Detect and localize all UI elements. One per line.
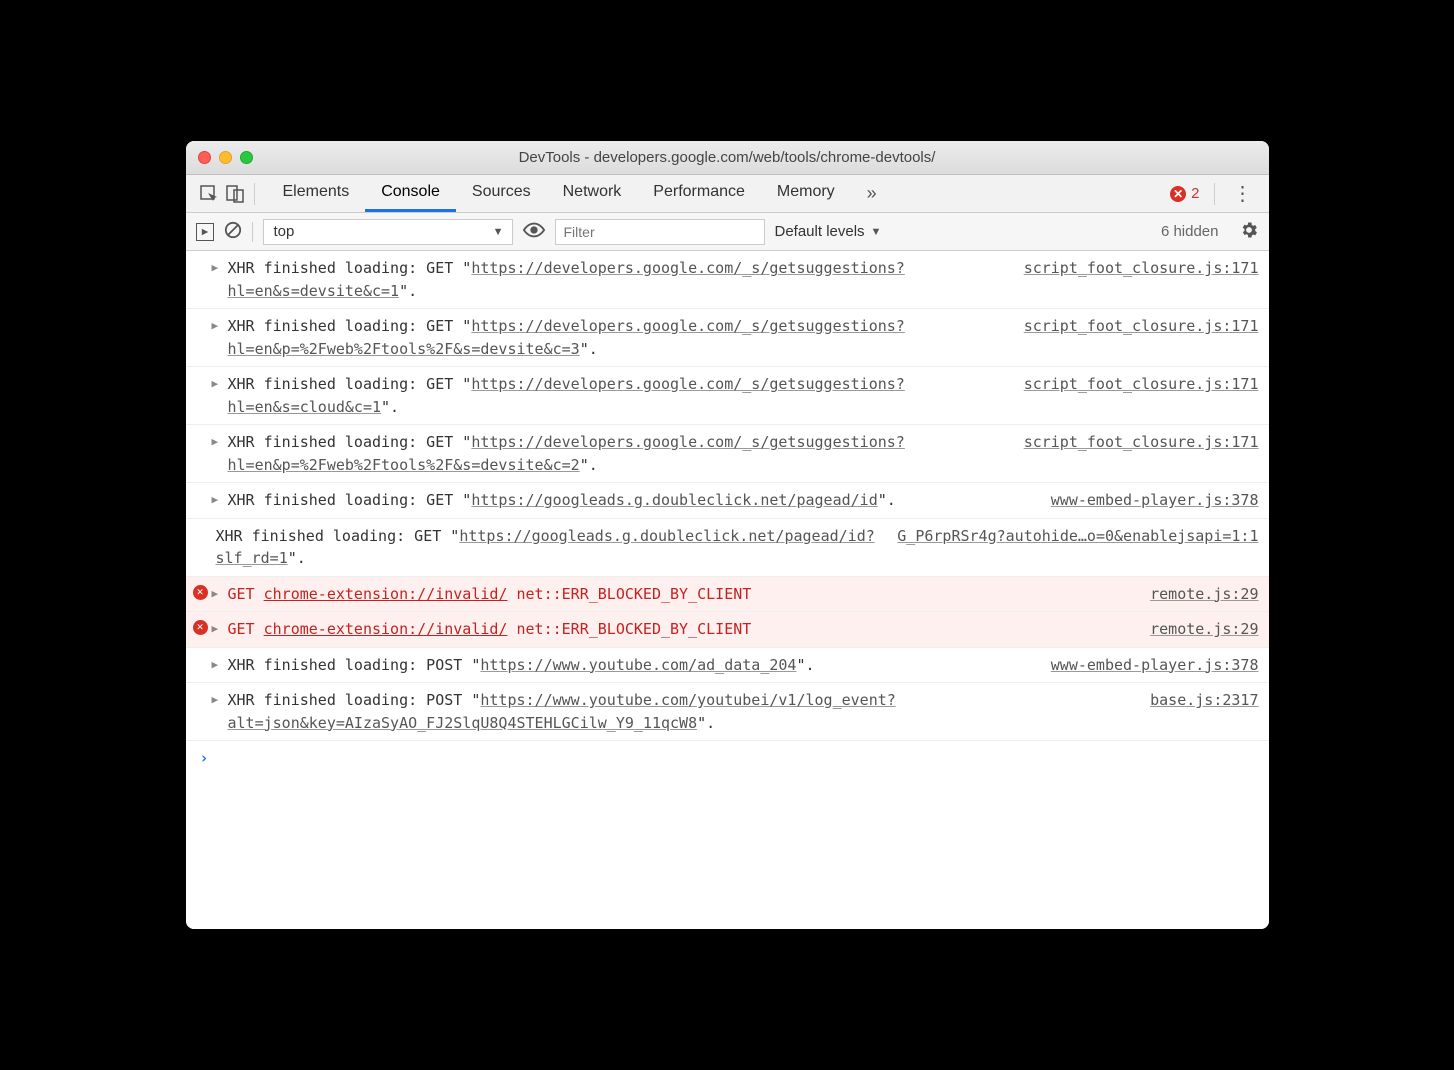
log-message: XHR finished loading: POST "https://www.… bbox=[228, 656, 815, 674]
tab-console[interactable]: Console bbox=[365, 175, 456, 212]
error-count-badge[interactable]: ✕ 2 bbox=[1170, 185, 1199, 202]
disclosure-triangle-icon[interactable]: ▶ bbox=[212, 260, 219, 277]
request-url-link[interactable]: chrome-extension://invalid/ bbox=[264, 620, 508, 638]
console-log-row[interactable]: ▶ www-embed-player.js:378 XHR finished loa… bbox=[186, 648, 1269, 684]
error-icon: ✕ bbox=[193, 585, 208, 600]
error-count: 2 bbox=[1191, 185, 1199, 202]
request-url-link[interactable]: https://googleads.g.doubleclick.net/page… bbox=[216, 527, 875, 568]
source-link[interactable]: script_foot_closure.js:171 bbox=[1024, 373, 1259, 396]
disclosure-triangle-icon[interactable]: ▶ bbox=[212, 621, 219, 638]
traffic-lights bbox=[198, 151, 253, 164]
tab-memory[interactable]: Memory bbox=[761, 175, 851, 212]
console-log-row[interactable]: G_P6rpRSr4g?autohide…o=0&enablejsapi=1:1… bbox=[186, 519, 1269, 577]
disclosure-triangle-icon[interactable]: ▶ bbox=[212, 434, 219, 451]
inspect-element-icon[interactable] bbox=[196, 182, 222, 206]
console-log-row[interactable]: ▶ script_foot_closure.js:171 XHR finished … bbox=[186, 251, 1269, 309]
prompt-chevron-icon: › bbox=[200, 749, 209, 767]
log-message: XHR finished loading: GET "https://devel… bbox=[228, 433, 905, 474]
log-message: XHR finished loading: GET "https://googl… bbox=[216, 527, 875, 568]
tab-network[interactable]: Network bbox=[547, 175, 638, 212]
source-link[interactable]: base.js:2317 bbox=[1150, 689, 1258, 712]
filter-input[interactable] bbox=[555, 219, 765, 245]
request-url-link[interactable]: https://developers.google.com/_s/getsugg… bbox=[228, 317, 905, 358]
console-log-row[interactable]: ▶ script_foot_closure.js:171 XHR finished … bbox=[186, 367, 1269, 425]
source-link[interactable]: G_P6rpRSr4g?autohide…o=0&enablejsapi=1:1 bbox=[897, 525, 1258, 548]
log-message: XHR finished loading: POST "https://www.… bbox=[228, 691, 896, 732]
tab-row: Elements Console Sources Network Perform… bbox=[186, 175, 1269, 213]
panel-tabs: Elements Console Sources Network Perform… bbox=[267, 175, 851, 212]
close-window-button[interactable] bbox=[198, 151, 211, 164]
request-url-link[interactable]: https://googleads.g.doubleclick.net/page… bbox=[471, 491, 877, 509]
disclosure-triangle-icon[interactable]: ▶ bbox=[212, 318, 219, 335]
source-link[interactable]: www-embed-player.js:378 bbox=[1051, 654, 1259, 677]
tabs-overflow-button[interactable]: » bbox=[859, 182, 885, 206]
console-log-row[interactable]: ▶ script_foot_closure.js:171 XHR finished … bbox=[186, 425, 1269, 483]
console-settings-icon[interactable] bbox=[1239, 220, 1259, 244]
log-message: XHR finished loading: GET "https://devel… bbox=[228, 317, 905, 358]
disclosure-triangle-icon[interactable]: ▶ bbox=[212, 586, 219, 603]
source-link[interactable]: script_foot_closure.js:171 bbox=[1024, 315, 1259, 338]
request-url-link[interactable]: https://developers.google.com/_s/getsugg… bbox=[228, 433, 905, 474]
source-link[interactable]: script_foot_closure.js:171 bbox=[1024, 257, 1259, 280]
hidden-messages-count[interactable]: 6 hidden bbox=[1161, 223, 1219, 240]
disclosure-triangle-icon[interactable]: ▶ bbox=[212, 657, 219, 674]
context-selector[interactable]: top bbox=[263, 219, 513, 245]
request-url-link[interactable]: https://www.youtube.com/ad_data_204 bbox=[480, 656, 796, 674]
more-options-button[interactable]: ⋮ bbox=[1227, 181, 1259, 206]
console-log-row[interactable]: ▶ www-embed-player.js:378 XHR finished loa… bbox=[186, 483, 1269, 519]
console-log-row[interactable]: ▶ base.js:2317 XHR finished loading: POST … bbox=[186, 683, 1269, 741]
tab-elements[interactable]: Elements bbox=[267, 175, 366, 212]
disclosure-triangle-icon[interactable]: ▶ bbox=[212, 376, 219, 393]
request-url-link[interactable]: https://developers.google.com/_s/getsugg… bbox=[228, 259, 905, 300]
log-message: XHR finished loading: GET "https://devel… bbox=[228, 259, 905, 300]
disclosure-triangle-icon[interactable]: ▶ bbox=[212, 492, 219, 509]
console-log-row[interactable]: ▶ script_foot_closure.js:171 XHR finished … bbox=[186, 309, 1269, 367]
devtools-window: DevTools - developers.google.com/web/too… bbox=[186, 141, 1269, 929]
window-title: DevTools - developers.google.com/web/too… bbox=[186, 149, 1269, 166]
console-error-row[interactable]: ✕ ▶ remote.js:29 GET chrome-extension://inv… bbox=[186, 612, 1269, 648]
source-link[interactable]: script_foot_closure.js:171 bbox=[1024, 431, 1259, 454]
log-levels-selector[interactable]: Default levels bbox=[775, 223, 882, 240]
context-selector-label: top bbox=[274, 223, 295, 240]
tab-performance[interactable]: Performance bbox=[637, 175, 761, 212]
tab-sources[interactable]: Sources bbox=[456, 175, 547, 212]
request-url-link[interactable]: https://developers.google.com/_s/getsugg… bbox=[228, 375, 905, 416]
clear-console-icon[interactable] bbox=[224, 221, 242, 243]
request-url-link[interactable]: chrome-extension://invalid/ bbox=[264, 585, 508, 603]
zoom-window-button[interactable] bbox=[240, 151, 253, 164]
request-url-link[interactable]: https://www.youtube.com/youtubei/v1/log_… bbox=[228, 691, 896, 732]
log-levels-label: Default levels bbox=[775, 223, 865, 240]
source-link[interactable]: www-embed-player.js:378 bbox=[1051, 489, 1259, 512]
log-message: GET chrome-extension://invalid/ net::ERR… bbox=[228, 585, 752, 603]
toggle-console-drawer-icon[interactable] bbox=[196, 223, 214, 241]
console-log-area[interactable]: ▶ script_foot_closure.js:171 XHR finished … bbox=[186, 251, 1269, 929]
console-toolbar: top Default levels 6 hidden bbox=[186, 213, 1269, 251]
titlebar: DevTools - developers.google.com/web/too… bbox=[186, 141, 1269, 175]
log-message: GET chrome-extension://invalid/ net::ERR… bbox=[228, 620, 752, 638]
source-link[interactable]: remote.js:29 bbox=[1150, 618, 1258, 641]
error-icon: ✕ bbox=[1170, 186, 1186, 202]
live-expression-icon[interactable] bbox=[523, 219, 545, 245]
console-prompt[interactable]: › bbox=[186, 741, 1269, 929]
toggle-device-toolbar-icon[interactable] bbox=[222, 182, 248, 206]
console-error-row[interactable]: ✕ ▶ remote.js:29 GET chrome-extension://inv… bbox=[186, 577, 1269, 613]
source-link[interactable]: remote.js:29 bbox=[1150, 583, 1258, 606]
error-icon: ✕ bbox=[193, 620, 208, 635]
log-message: XHR finished loading: GET "https://googl… bbox=[228, 491, 896, 509]
log-message: XHR finished loading: GET "https://devel… bbox=[228, 375, 905, 416]
disclosure-triangle-icon[interactable]: ▶ bbox=[212, 692, 219, 709]
minimize-window-button[interactable] bbox=[219, 151, 232, 164]
